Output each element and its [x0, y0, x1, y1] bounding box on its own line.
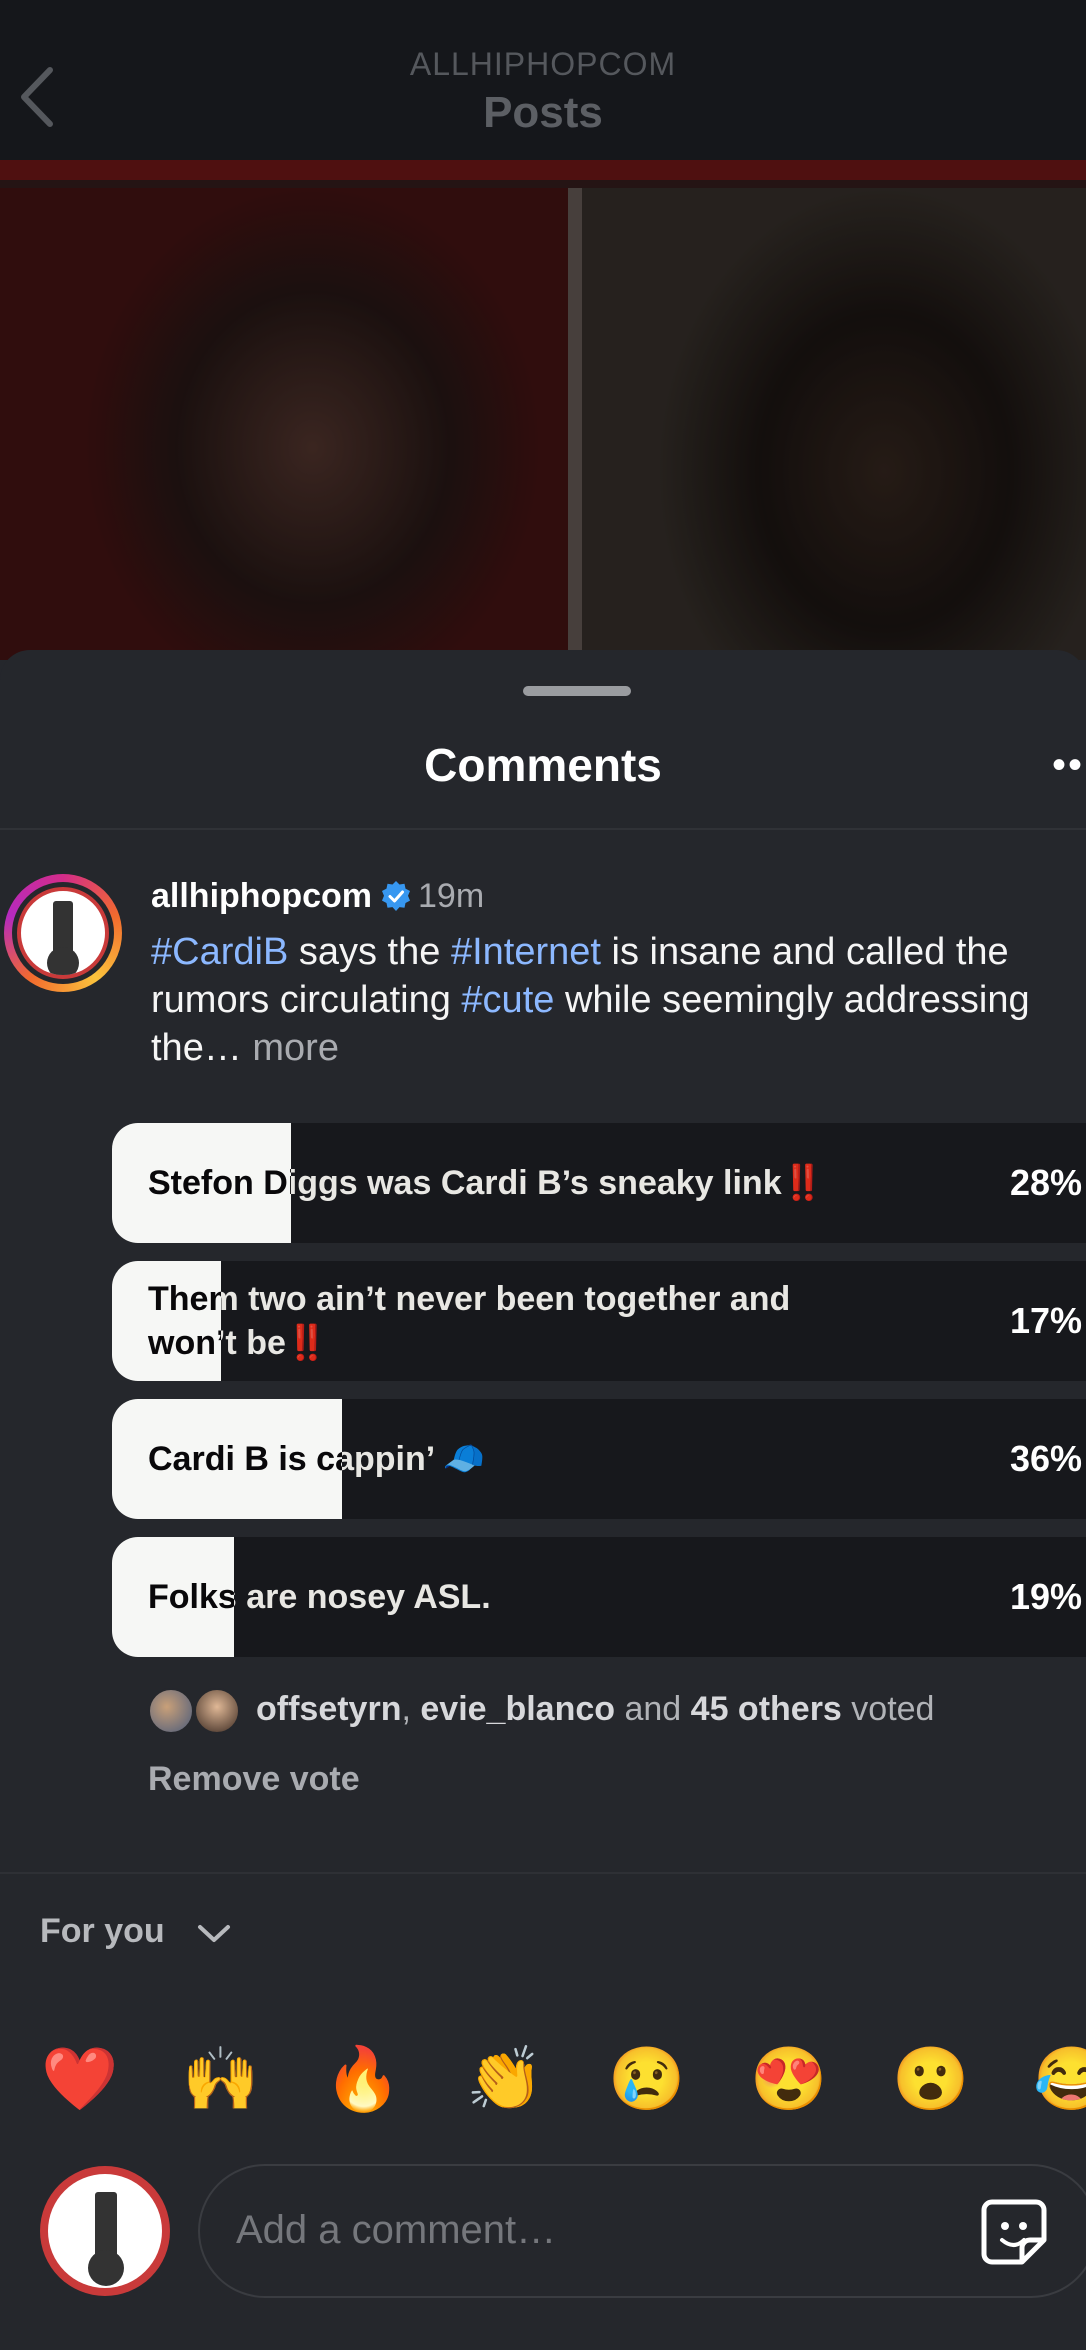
reaction-surprised[interactable]: 😮 — [891, 2040, 971, 2120]
voter-count: 45 others — [690, 1690, 842, 1728]
quick-reactions: ❤️ 🙌 🔥 👏 😢 😍 😮 😂 — [0, 2040, 1086, 2120]
separator: , — [401, 1690, 421, 1728]
voter-avatar[interactable] — [194, 1688, 240, 1734]
reaction-crying[interactable]: 😢 — [607, 2040, 687, 2120]
reaction-clap[interactable]: 👏 — [465, 2040, 545, 2120]
post-time: 19m — [418, 877, 485, 915]
comment-input-placeholder: Add a comment… — [236, 2208, 557, 2252]
reaction-heart[interactable]: ❤️ — [40, 2040, 120, 2120]
voters-text[interactable]: offsetyrn, evie_blanco and 45 others vot… — [256, 1690, 934, 1729]
poll-option-label: Stefon Diggs was Cardi B’s sneaky link‼️ — [148, 1164, 824, 1202]
sort-filter-label[interactable]: For you — [40, 1912, 165, 1951]
image-overlay — [0, 160, 1086, 660]
hashtag-link[interactable]: #Internet — [451, 931, 601, 973]
divider — [0, 1872, 1086, 1874]
poll-option-percent: 17% — [1009, 1300, 1082, 1341]
poll-option-percent: 36% — [1009, 1438, 1082, 1479]
verified-badge-icon — [382, 881, 410, 911]
voter-username: offsetyrn — [256, 1690, 402, 1728]
post-caption: allhiphopcom 19m #CardiB says the #Inter… — [151, 876, 1071, 1072]
more-link[interactable]: more — [252, 1027, 339, 1069]
poll-option-label: Cardi B is cappin’ 🧢 — [148, 1440, 486, 1478]
poll-option-label: Folks are nosey ASL. — [148, 1578, 491, 1616]
reaction-raised-hands[interactable]: 🙌 — [181, 2040, 261, 2120]
header-account-name: ALLHIPHOPCOM — [409, 46, 677, 82]
reaction-laughing[interactable]: 😂 — [1033, 2040, 1086, 2120]
reaction-heart-eyes[interactable]: 😍 — [749, 2040, 829, 2120]
poll-option[interactable]: Folks are nosey ASL. 19% — [112, 1537, 1086, 1657]
poll-option-percent: 19% — [1009, 1576, 1082, 1617]
hashtag-link[interactable]: #CardiB — [151, 931, 288, 973]
caption-segment: says the — [288, 931, 451, 973]
voter-username: evie_blanco — [420, 1690, 616, 1728]
author-avatar[interactable] — [4, 874, 122, 992]
post-image — [0, 160, 1086, 660]
chevron-down-icon[interactable] — [196, 1922, 232, 1946]
voter-avatar[interactable] — [148, 1688, 194, 1734]
hashtag-link[interactable]: #cute — [461, 979, 554, 1021]
avatar-logo — [17, 887, 109, 979]
author-username[interactable]: allhiphopcom — [151, 877, 372, 915]
my-avatar[interactable] — [40, 2166, 170, 2296]
caption-text: #CardiB says the #Internet is insane and… — [151, 928, 1071, 1072]
poll-option[interactable]: Stefon Diggs was Cardi B’s sneaky link‼️… — [112, 1123, 1086, 1243]
voted-label: voted — [841, 1690, 935, 1728]
poll-option-percent: 28% — [1009, 1162, 1082, 1203]
separator: and — [615, 1690, 691, 1728]
poll-option[interactable]: Cardi B is cappin’ 🧢 36% — [112, 1399, 1086, 1519]
header-title: Posts — [483, 88, 603, 137]
poll-option-label: Them two ain’t never been together and w… — [148, 1280, 791, 1362]
remove-vote-button[interactable]: Remove vote — [148, 1760, 360, 1799]
top-header: ALLHIPHOPCOM Posts — [0, 0, 1086, 160]
poll-option[interactable]: Them two ain’t never been together and w… — [112, 1261, 1086, 1381]
reaction-fire[interactable]: 🔥 — [323, 2040, 403, 2120]
sticker-icon[interactable] — [978, 2196, 1050, 2268]
